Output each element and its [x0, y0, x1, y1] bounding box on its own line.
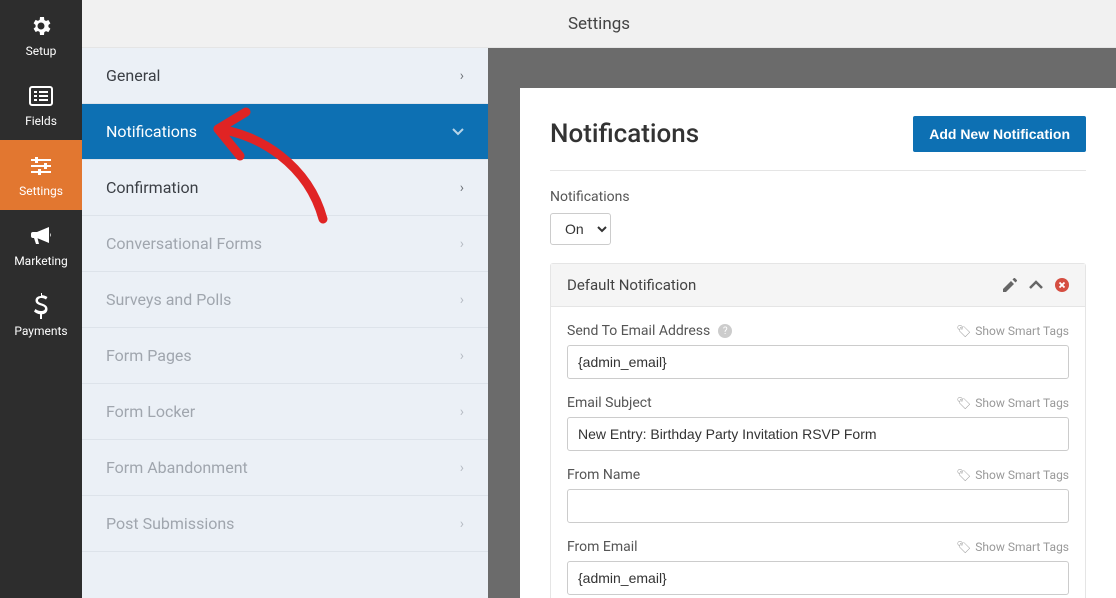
chevron-up-icon[interactable] [1029, 280, 1043, 290]
settings-item-label: Post Submissions [106, 514, 234, 533]
email-subject-input[interactable] [567, 417, 1069, 451]
show-smart-tags-link[interactable]: 🏷 Show Smart Tags [956, 468, 1069, 482]
topbar: Settings [82, 0, 1116, 48]
settings-item-general[interactable]: General › [82, 48, 488, 104]
notifications-toggle-select[interactable]: On [550, 213, 611, 245]
settings-item-label: Notifications [106, 122, 197, 141]
delete-icon[interactable] [1055, 278, 1069, 292]
sidebar-item-setup[interactable]: Setup [0, 0, 82, 70]
list-icon [27, 82, 55, 110]
content-heading: Notifications [550, 119, 699, 149]
content-panel: Notifications Add New Notification Notif… [520, 88, 1116, 598]
settings-item-label: Form Locker [106, 402, 195, 421]
settings-item-post-submissions[interactable]: Post Submissions › [82, 496, 488, 552]
chevron-right-icon: › [460, 68, 464, 84]
chevron-right-icon: › [460, 460, 464, 476]
settings-item-label: Conversational Forms [106, 234, 262, 253]
field-email-subject: Email Subject 🏷 Show Smart Tags [567, 395, 1069, 451]
field-send-to: Send To Email Address ? 🏷 Show Smart Tag… [567, 323, 1069, 379]
field-label: From Name [567, 467, 640, 483]
gear-icon [27, 12, 55, 40]
tag-icon: 🏷 [956, 324, 971, 338]
tag-icon: 🏷 [956, 540, 971, 554]
content-header: Notifications Add New Notification [550, 116, 1086, 171]
settings-item-label: Form Abandonment [106, 458, 248, 477]
send-to-input[interactable] [567, 345, 1069, 379]
from-name-input[interactable] [567, 489, 1069, 523]
notification-card-header: Default Notification [551, 264, 1085, 307]
bullhorn-icon [27, 222, 55, 250]
sidebar-label: Payments [14, 324, 67, 338]
chevron-right-icon: › [460, 236, 464, 252]
sidebar-item-settings[interactable]: Settings [0, 140, 82, 210]
field-label: Send To Email Address ? [567, 323, 732, 339]
chevron-right-icon: › [460, 516, 464, 532]
main-sidebar: Setup Fields Settings Marketing Payments [0, 0, 82, 598]
field-from-email: From Email 🏷 Show Smart Tags [567, 539, 1069, 595]
sidebar-item-fields[interactable]: Fields [0, 70, 82, 140]
chevron-right-icon: › [460, 348, 464, 364]
notification-card-actions [1003, 278, 1069, 292]
settings-item-label: Form Pages [106, 346, 192, 365]
notifications-toggle-label: Notifications [550, 189, 1086, 205]
field-label: Email Subject [567, 395, 652, 411]
page-title: Settings [568, 14, 630, 34]
tag-icon: 🏷 [956, 468, 971, 482]
show-smart-tags-link[interactable]: 🏷 Show Smart Tags [956, 324, 1069, 338]
settings-item-form-pages[interactable]: Form Pages › [82, 328, 488, 384]
chevron-right-icon: › [460, 292, 464, 308]
sidebar-label: Settings [19, 184, 63, 198]
settings-item-label: Surveys and Polls [106, 290, 231, 309]
chevron-right-icon: › [460, 404, 464, 420]
notification-card: Default Notification Send To Email Addre… [550, 263, 1086, 598]
settings-item-label: Confirmation [106, 178, 198, 197]
settings-item-notifications[interactable]: Notifications [82, 104, 488, 160]
add-new-notification-button[interactable]: Add New Notification [913, 116, 1086, 152]
tag-icon: 🏷 [956, 396, 971, 410]
settings-item-label: General [106, 66, 160, 85]
notifications-toggle-group: Notifications On [550, 189, 1086, 245]
settings-item-conversational-forms[interactable]: Conversational Forms › [82, 216, 488, 272]
sliders-icon [27, 152, 55, 180]
dollar-icon [27, 292, 55, 320]
edit-icon[interactable] [1003, 278, 1017, 292]
sidebar-label: Setup [26, 44, 57, 58]
field-label: From Email [567, 539, 638, 555]
from-email-input[interactable] [567, 561, 1069, 595]
settings-item-surveys-polls[interactable]: Surveys and Polls › [82, 272, 488, 328]
settings-subpanel: General › Notifications Confirmation › C… [82, 48, 488, 598]
sidebar-item-payments[interactable]: Payments [0, 280, 82, 350]
field-from-name: From Name 🏷 Show Smart Tags [567, 467, 1069, 523]
settings-item-form-locker[interactable]: Form Locker › [82, 384, 488, 440]
chevron-down-icon [452, 128, 464, 136]
settings-item-confirmation[interactable]: Confirmation › [82, 160, 488, 216]
notification-card-title: Default Notification [567, 276, 696, 294]
help-icon[interactable]: ? [718, 324, 732, 338]
sidebar-label: Marketing [14, 254, 68, 268]
show-smart-tags-link[interactable]: 🏷 Show Smart Tags [956, 396, 1069, 410]
notification-card-body: Send To Email Address ? 🏷 Show Smart Tag… [551, 307, 1085, 598]
sidebar-item-marketing[interactable]: Marketing [0, 210, 82, 280]
settings-item-form-abandonment[interactable]: Form Abandonment › [82, 440, 488, 496]
sidebar-label: Fields [25, 114, 57, 128]
show-smart-tags-link[interactable]: 🏷 Show Smart Tags [956, 540, 1069, 554]
chevron-right-icon: › [460, 180, 464, 196]
